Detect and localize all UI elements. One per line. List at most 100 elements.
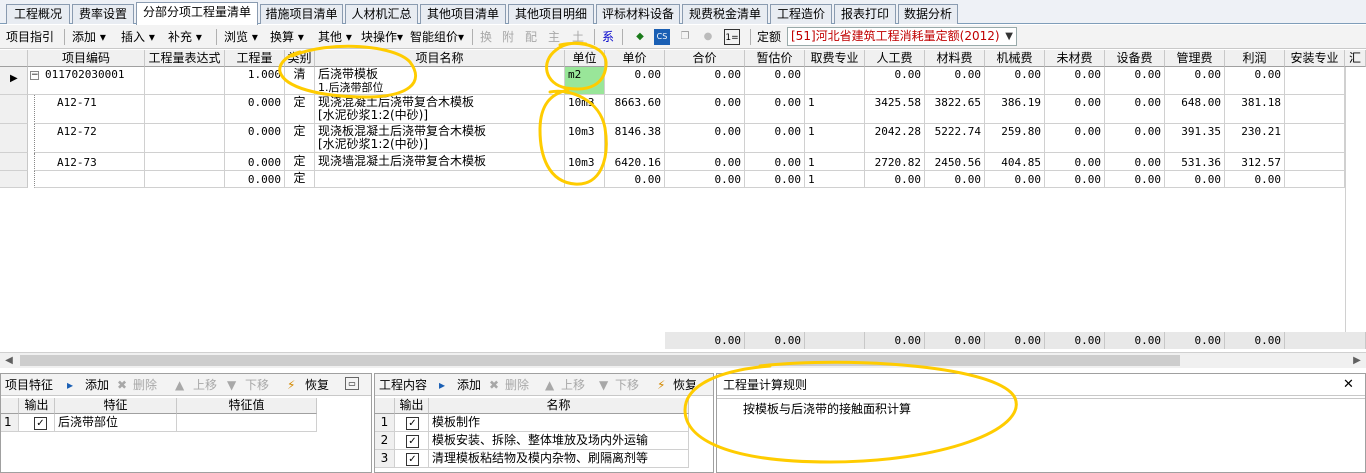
- close-icon[interactable]: ✕: [1343, 377, 1354, 393]
- table-cell-qty[interactable]: 0.000: [225, 124, 285, 153]
- table-cell-qty[interactable]: 0.000: [225, 153, 285, 171]
- table-cell-install[interactable]: [1285, 171, 1345, 188]
- col-header-profit[interactable]: 利润: [1225, 50, 1285, 67]
- feature-add-button[interactable]: 添加: [85, 377, 109, 393]
- table-cell-equipment[interactable]: 0.00: [1105, 124, 1165, 153]
- table-cell-fee[interactable]: 1: [805, 95, 865, 124]
- col-header-material[interactable]: 材料费: [925, 50, 985, 67]
- table-cell-qty[interactable]: 0.000: [225, 95, 285, 124]
- tree-toggle[interactable]: −: [28, 67, 42, 95]
- tab-bid-materials[interactable]: 评标材料设备: [596, 4, 680, 24]
- table-cell-install[interactable]: [1285, 95, 1345, 124]
- feature-name-cell[interactable]: 后浇带部位: [55, 414, 177, 432]
- table-cell-material[interactable]: 5222.74: [925, 124, 985, 153]
- table-cell-install[interactable]: [1285, 67, 1345, 95]
- table-cell-machine[interactable]: 259.80: [985, 124, 1045, 153]
- table-cell-price[interactable]: 8146.38: [605, 124, 665, 153]
- row-selector[interactable]: [0, 95, 28, 124]
- table-cell-code[interactable]: A12-72: [42, 124, 145, 153]
- table-cell-category[interactable]: 定: [285, 124, 315, 153]
- cs-icon[interactable]: CS: [654, 29, 670, 45]
- table-cell-labor[interactable]: 0.00: [865, 171, 925, 188]
- table-cell-material[interactable]: 0.00: [925, 67, 985, 95]
- table-cell-total[interactable]: 0.00: [665, 171, 745, 188]
- convert-button[interactable]: 换算 ▾: [270, 28, 304, 46]
- table-cell-unit[interactable]: 10m3: [565, 153, 605, 171]
- earth-button[interactable]: 土: [572, 28, 584, 46]
- col-header-code[interactable]: 项目编码: [28, 50, 145, 67]
- table-cell-profit[interactable]: 312.57: [1225, 153, 1285, 171]
- tab-data-analysis[interactable]: 数据分析: [898, 4, 958, 24]
- table-cell-unpriced-material[interactable]: 0.00: [1045, 171, 1105, 188]
- table-cell-fee[interactable]: 1: [805, 171, 865, 188]
- col-header-install[interactable]: 安装专业: [1285, 50, 1345, 67]
- table-cell-unit[interactable]: 10m3: [565, 95, 605, 124]
- table-cell-price[interactable]: 6420.16: [605, 153, 665, 171]
- feature-restore-button[interactable]: 恢复: [305, 377, 329, 393]
- other-button[interactable]: 其他 ▾: [318, 28, 352, 46]
- tab-report-print[interactable]: 报表打印: [834, 4, 896, 24]
- col-header-unpriced-material[interactable]: 未材费: [1045, 50, 1105, 67]
- table-cell-price[interactable]: 0.00: [605, 67, 665, 95]
- scroll-left-icon[interactable]: ◀: [2, 354, 16, 368]
- table-cell-equipment[interactable]: 0.00: [1105, 67, 1165, 95]
- table-cell-name[interactable]: 现浇板混凝土后浇带复合木模板 [水泥砂浆1:2(中砂)]: [315, 124, 565, 153]
- row-selector[interactable]: [0, 153, 28, 171]
- row-selector[interactable]: [0, 171, 28, 188]
- table-cell-fee[interactable]: [805, 67, 865, 95]
- tab-other-items[interactable]: 其他项目清单: [420, 4, 506, 24]
- system-button[interactable]: 系: [602, 28, 614, 46]
- table-cell-unpriced-material[interactable]: 0.00: [1045, 67, 1105, 95]
- table-cell-qty[interactable]: 0.000: [225, 171, 285, 188]
- content-add-button[interactable]: 添加: [457, 377, 481, 393]
- tab-bill-of-quantities[interactable]: 分部分项工程量清单: [136, 2, 258, 25]
- tab-measures[interactable]: 措施项目清单: [260, 4, 343, 24]
- row-selector[interactable]: [0, 124, 28, 153]
- content-name-cell[interactable]: 模板安装、拆除、整体堆放及场内外运输: [429, 432, 689, 450]
- table-cell-total[interactable]: 0.00: [665, 95, 745, 124]
- col-header-summary[interactable]: 汇: [1345, 50, 1366, 67]
- tab-project-cost[interactable]: 工程造价: [770, 4, 832, 24]
- tab-rate-settings[interactable]: 费率设置: [72, 4, 134, 24]
- batch-operation-button[interactable]: 块操作▾: [361, 28, 403, 46]
- tab-labor-material-machine[interactable]: 人材机汇总: [345, 4, 418, 24]
- output-checkbox[interactable]: ✓: [395, 432, 429, 450]
- feature-down-button[interactable]: 下移: [245, 377, 269, 393]
- table-cell-expr[interactable]: [145, 171, 225, 188]
- feature-up-button[interactable]: 上移: [193, 377, 217, 393]
- insert-button[interactable]: 插入 ▾: [121, 28, 155, 46]
- table-cell-management[interactable]: 391.35: [1165, 124, 1225, 153]
- table-cell-machine[interactable]: 0.00: [985, 171, 1045, 188]
- table-cell-fee[interactable]: 1: [805, 153, 865, 171]
- match-button[interactable]: 配: [525, 28, 537, 46]
- col-header-labor[interactable]: 人工费: [865, 50, 925, 67]
- table-cell-material[interactable]: 3822.65: [925, 95, 985, 124]
- table-cell-price[interactable]: 8663.60: [605, 95, 665, 124]
- col-header-category[interactable]: 类别: [285, 50, 315, 67]
- table-cell-unit[interactable]: 10m3: [565, 124, 605, 153]
- table-cell-unpriced-material[interactable]: 0.00: [1045, 153, 1105, 171]
- add-button[interactable]: 添加 ▾: [72, 28, 106, 46]
- table-cell-name[interactable]: 后浇带模板 1.后浇带部位: [315, 67, 565, 95]
- table-cell-management[interactable]: 531.36: [1165, 153, 1225, 171]
- table-cell-code[interactable]: 011702030001: [42, 67, 145, 95]
- table-cell-code[interactable]: A12-73: [42, 153, 145, 171]
- table-cell-equipment[interactable]: 0.00: [1105, 153, 1165, 171]
- table-cell-category[interactable]: 定: [285, 171, 315, 188]
- tab-other-items-detail[interactable]: 其他项目明细: [508, 4, 594, 24]
- col-header-expr[interactable]: 工程量表达式: [145, 50, 225, 67]
- table-cell-name[interactable]: 现浇混凝土后浇带复合木模板 [水泥砂浆1:2(中砂)]: [315, 95, 565, 124]
- table-cell-est[interactable]: 0.00: [745, 95, 805, 124]
- table-cell-qty[interactable]: 1.000: [225, 67, 285, 95]
- table-cell-est[interactable]: 0.00: [745, 171, 805, 188]
- table-cell-name[interactable]: 现浇墙混凝土后浇带复合木模板: [315, 153, 565, 171]
- attach-button[interactable]: 附: [502, 28, 514, 46]
- feature-delete-button[interactable]: 删除: [133, 377, 157, 393]
- table-cell-unpriced-material[interactable]: 0.00: [1045, 95, 1105, 124]
- circle-icon[interactable]: ●: [700, 29, 716, 45]
- table-cell-name[interactable]: [315, 171, 565, 188]
- table-cell-est[interactable]: 0.00: [745, 67, 805, 95]
- table-cell-labor[interactable]: 2720.82: [865, 153, 925, 171]
- supplement-button[interactable]: 补充 ▾: [168, 28, 202, 46]
- scrollbar-thumb[interactable]: [20, 355, 1180, 366]
